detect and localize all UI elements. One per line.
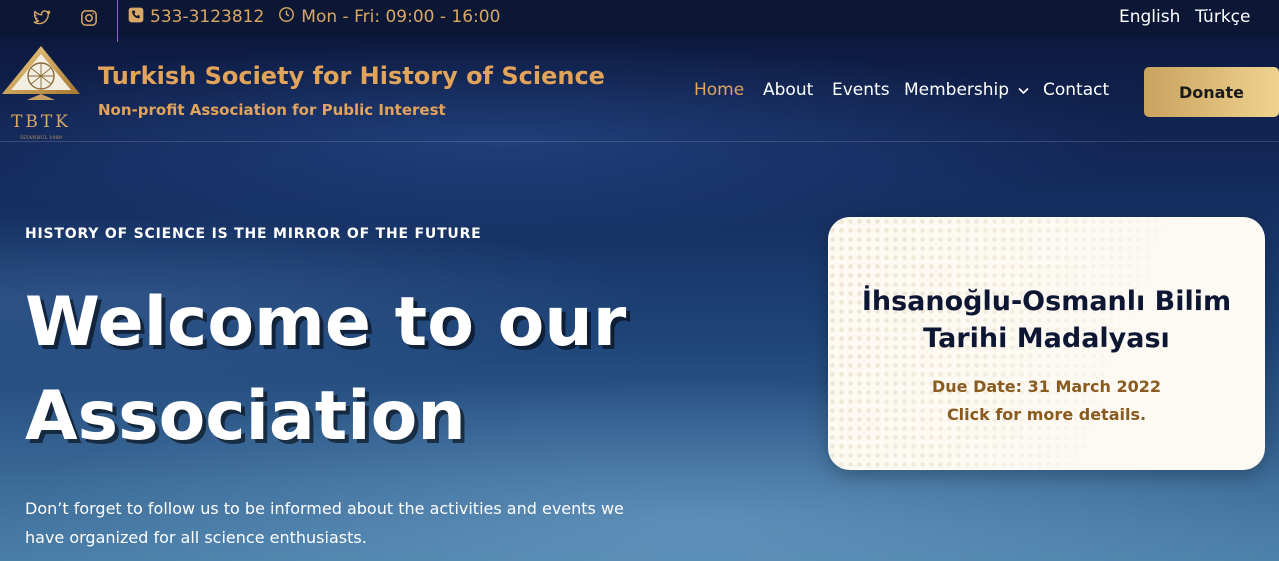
contact-info: 533-3123812 Mon - Fri: 09:00 - 16:00 [128, 6, 500, 28]
clock-icon [278, 6, 295, 28]
twitter-icon[interactable] [30, 6, 54, 30]
topbar-divider [117, 0, 118, 42]
office-hours: Mon - Fri: 09:00 - 16:00 [301, 7, 501, 27]
card-title: İhsanoğlu-Osmanlı Bilim Tarihi Madalyası [861, 286, 1232, 354]
hero-text: Don’t forget to follow us to be informed… [25, 499, 624, 547]
card-due-date: Due Date: 31 March 2022 [931, 377, 1162, 396]
lang-english[interactable]: English [1119, 7, 1180, 27]
medal-card[interactable]: İhsanoğlu-Osmanlı Bilim Tarihi Madalyası… [828, 217, 1265, 470]
donate-button[interactable]: Donate [1144, 67, 1279, 117]
instagram-icon[interactable] [77, 6, 101, 30]
nav-contact[interactable]: Contact [1043, 80, 1109, 100]
logo-wordmark: TBTK [11, 112, 71, 132]
top-bar: 533-3123812 Mon - Fri: 09:00 - 16:00 Eng… [0, 0, 1279, 42]
phone-number[interactable]: 533-3123812 [150, 7, 264, 27]
site-title[interactable]: Turkish Society for History of Science [98, 62, 605, 90]
society-logo[interactable]: TBTK İSTANBUL 1989 [0, 42, 82, 142]
logo-subtext: İSTANBUL 1989 [20, 134, 62, 141]
nav-events[interactable]: Events [832, 80, 890, 100]
nav-membership[interactable]: Membership [904, 80, 1030, 100]
chevron-down-icon [1018, 80, 1030, 100]
hero-kicker: HISTORY OF SCIENCE IS THE MIRROR OF THE … [25, 226, 482, 242]
site-header: TBTK İSTANBUL 1989 Turkish Society for H… [0, 38, 1279, 142]
nav-home[interactable]: Home [694, 80, 744, 100]
card-more-link[interactable]: Click for more details. [828, 405, 1265, 424]
phone-icon [128, 7, 144, 28]
nav-membership-label: Membership [904, 80, 1010, 100]
lang-turkish[interactable]: Türkçe [1195, 7, 1250, 27]
hero-title: Welcome to our Association [25, 283, 627, 456]
site-subtitle: Non-profit Association for Public Intere… [98, 101, 446, 119]
page: 533-3123812 Mon - Fri: 09:00 - 16:00 Eng… [0, 0, 1279, 561]
nav-about[interactable]: About [763, 80, 813, 100]
